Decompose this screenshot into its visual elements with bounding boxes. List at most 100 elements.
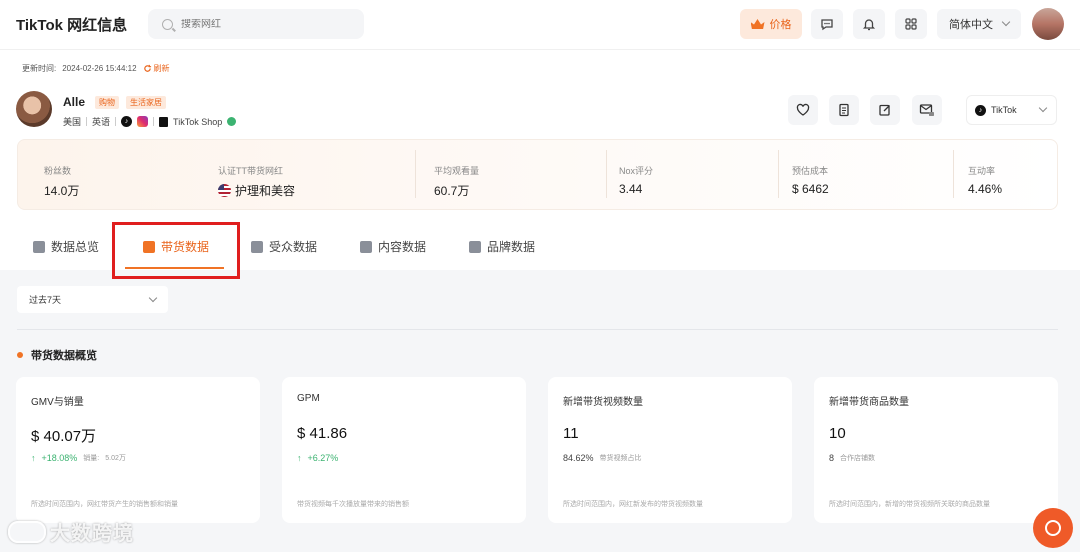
- stat-nox-score: Nox评分 3.44: [619, 164, 653, 196]
- tab-label: 品牌数据: [487, 240, 536, 254]
- user-avatar[interactable]: [1032, 8, 1064, 40]
- search-box[interactable]: [148, 9, 364, 39]
- stat-value: 3.44: [619, 182, 653, 196]
- watermark-logo-icon: [8, 520, 46, 543]
- refresh-icon: [143, 64, 151, 72]
- bullet-icon: [17, 352, 23, 358]
- period-select[interactable]: 过去7天: [17, 286, 168, 313]
- update-label: 更新时间:: [22, 64, 57, 73]
- card-gmv: GMV与销量 $ 40.07万 ↑ +18.08% 销量: 5.02万 所选时间…: [16, 377, 260, 523]
- card-count: 8: [829, 453, 835, 463]
- refresh-button[interactable]: 刷新: [143, 63, 170, 74]
- divider: [115, 117, 117, 126]
- tiktok-icon[interactable]: ♪: [121, 116, 133, 127]
- section-title: 带货数据概览: [17, 347, 97, 363]
- stat-label: 平均观看量: [434, 166, 480, 176]
- stat-value-text: $ 6462: [792, 182, 829, 196]
- chat-icon: [821, 19, 833, 31]
- country: 美国: [63, 117, 82, 127]
- content-icon: [360, 240, 372, 253]
- us-flag-icon: [218, 184, 231, 197]
- influencer-name: Alle: [63, 95, 86, 109]
- card-value: 11: [563, 425, 579, 442]
- card-change: +18.08%: [41, 453, 78, 463]
- category-tag: 生活家居: [126, 96, 166, 109]
- card-title: 新增带货视频数量: [563, 397, 643, 408]
- tab-brand[interactable]: 品牌数据: [469, 238, 535, 255]
- mail-lock-icon: [919, 104, 934, 116]
- chat-support-button[interactable]: [1033, 508, 1073, 548]
- stat-value-text: 4.46%: [968, 182, 1003, 196]
- watermark: 大数跨境: [8, 517, 134, 546]
- app-title: TikTok 网红信息: [16, 17, 128, 34]
- tab-label: 数据总览: [51, 240, 100, 254]
- divider: [778, 150, 779, 198]
- favorite-button[interactable]: [788, 95, 818, 125]
- tab-overview[interactable]: 数据总览: [33, 238, 99, 255]
- price-button[interactable]: 价格: [740, 9, 802, 39]
- arrow-up-icon: ↑: [31, 453, 36, 463]
- divider: [17, 329, 1058, 330]
- stat-est-cost: 预估成本 $ 6462: [792, 164, 829, 196]
- instagram-icon[interactable]: [137, 116, 149, 127]
- card-change: +6.27%: [307, 453, 339, 463]
- search-input[interactable]: [181, 18, 341, 30]
- crown-icon: [750, 19, 765, 29]
- message-button[interactable]: [811, 9, 843, 39]
- shop-label: TikTok Shop: [173, 116, 223, 127]
- dashboard-icon: [33, 240, 45, 253]
- arrow-up-icon: ↑: [297, 453, 302, 463]
- document-icon: [839, 103, 849, 117]
- tab-label: 受众数据: [269, 240, 318, 254]
- chat-bubble-icon: [1045, 520, 1061, 536]
- edit-button[interactable]: [870, 95, 900, 125]
- notification-button[interactable]: [853, 9, 885, 39]
- card-sub: 84.62% 带货视频占比: [563, 453, 642, 463]
- chevron-down-icon: [148, 293, 158, 302]
- card-value: $ 40.07万: [31, 428, 97, 445]
- watermark-text: 大数跨境: [50, 523, 134, 545]
- price-label: 价格: [769, 19, 792, 31]
- stat-value: 60.7万: [434, 182, 479, 199]
- stat-value-text: 护理和美容: [235, 184, 296, 198]
- platform-label: TikTok: [991, 105, 1017, 115]
- stat-value-text: 60.7万: [434, 184, 470, 198]
- stat-value: 14.0万: [44, 182, 79, 199]
- card-value: 10: [829, 425, 846, 442]
- category-tag: 购物: [95, 96, 119, 109]
- card-footer: 所选时间范围内，网红带货产生的销售额和销量: [31, 501, 178, 508]
- stat-label: 互动率: [968, 166, 996, 176]
- card-sub-label: 销量:: [83, 455, 100, 462]
- card-title: GMV与销量: [31, 397, 84, 408]
- tab-audience[interactable]: 受众数据: [251, 238, 317, 255]
- card-new-videos: 新增带货视频数量 11 84.62% 带货视频占比 所选时间范围内，网红新发布的…: [548, 377, 792, 523]
- stats-panel: 粉丝数 14.0万 认证TT带货网红 护理和美容 平均观看量 60.7万 Nox…: [17, 139, 1058, 210]
- contact-button[interactable]: [912, 95, 942, 125]
- tab-content[interactable]: 内容数据: [360, 238, 426, 255]
- apps-button[interactable]: [895, 9, 927, 39]
- platform-select[interactable]: ♪ TikTok: [966, 95, 1057, 125]
- shop-icon: [159, 116, 169, 127]
- card-gpm: GPM $ 41.86 ↑ +6.27% 带货视频每千次播放量带来的销售额: [282, 377, 526, 523]
- language-label: 简体中文: [949, 19, 993, 31]
- card-sub: 8 合作店铺数: [829, 453, 875, 463]
- stat-engagement: 互动率 4.46%: [968, 164, 1002, 196]
- language-select[interactable]: 简体中文: [937, 9, 1021, 39]
- period-label: 过去7天: [29, 295, 62, 305]
- chevron-down-icon: [1038, 103, 1047, 113]
- top-header: TikTok 网红信息 价格 简体中文: [0, 0, 1080, 50]
- edit-icon: [879, 104, 890, 116]
- stat-value: 4.46%: [968, 182, 1002, 196]
- divider: [153, 117, 155, 126]
- heart-icon: [796, 103, 810, 116]
- stat-value: 护理和美容: [218, 182, 295, 199]
- update-time: 2024-02-26 15:44:12: [62, 64, 137, 73]
- verified-icon: [227, 117, 237, 126]
- stat-label: 粉丝数: [44, 166, 72, 176]
- card-footer: 带货视频每千次播放量带来的销售额: [297, 501, 409, 508]
- highlight-box: [112, 222, 240, 279]
- search-icon: [162, 18, 173, 30]
- stat-followers: 粉丝数 14.0万: [44, 164, 79, 199]
- report-button[interactable]: [829, 95, 859, 125]
- card-footer: 所选时间范围内，新增的带货视频所关联的商品数量: [829, 501, 990, 508]
